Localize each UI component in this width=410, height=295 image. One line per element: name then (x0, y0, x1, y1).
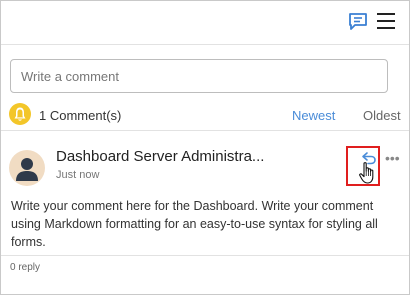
top-bar (1, 1, 409, 45)
hamburger-menu-icon[interactable] (377, 13, 395, 29)
sort-newest-link[interactable]: Newest (292, 108, 335, 123)
avatar (9, 150, 45, 186)
hand-pointer-icon (359, 162, 374, 184)
comment-body: Write your comment here for the Dashboar… (11, 199, 378, 249)
comment-icon[interactable] (348, 12, 368, 30)
user-icon (16, 158, 38, 181)
comment-input[interactable] (10, 59, 388, 93)
reply-row: 0 reply (1, 255, 409, 278)
comment-timestamp: Just now (56, 169, 100, 181)
reply-count[interactable]: 0 reply (10, 262, 40, 273)
more-options-icon[interactable]: ••• (385, 150, 400, 166)
comments-panel: 1 Comment(s) Newest Oldest Dashboard Ser… (0, 0, 410, 295)
sort-oldest-link[interactable]: Oldest (363, 108, 401, 123)
comment-author: Dashboard Server Administra... (56, 148, 265, 165)
bell-icon (9, 103, 31, 125)
comment-count: 1 Comment(s) (39, 108, 122, 123)
comment-toolbar: 1 Comment(s) Newest Oldest (1, 101, 409, 131)
